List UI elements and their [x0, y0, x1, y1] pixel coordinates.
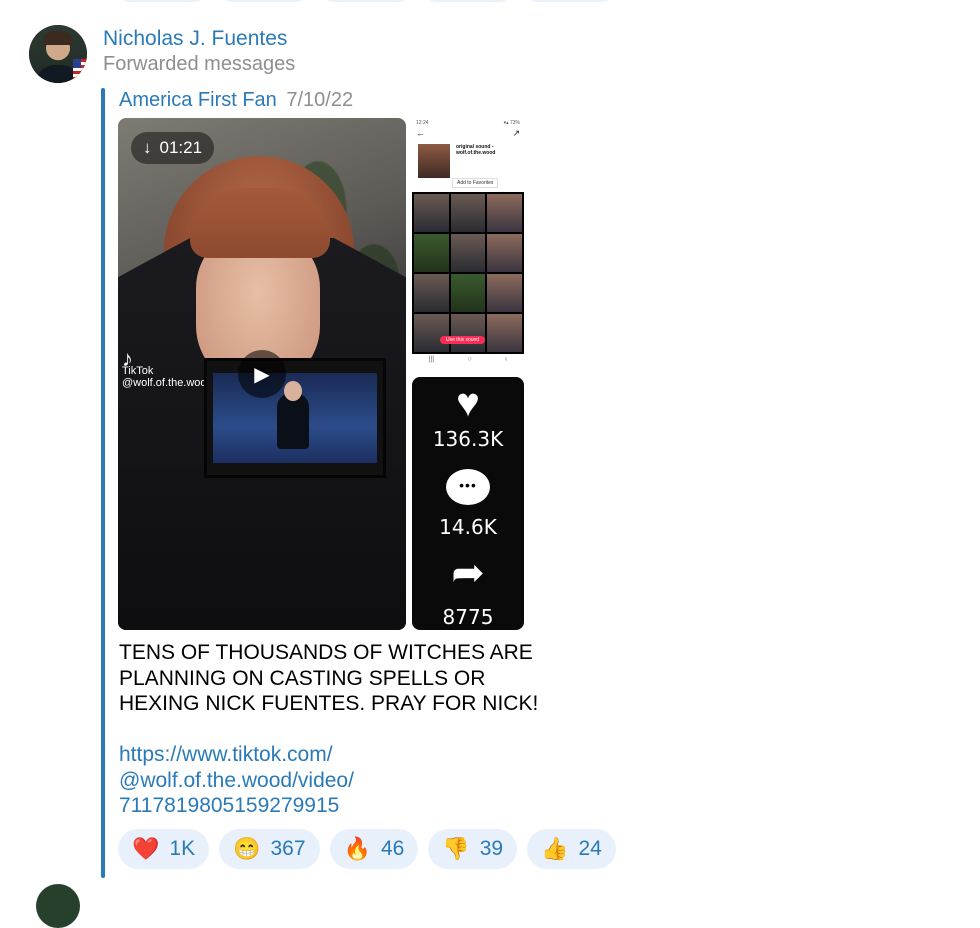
tiktok-sound-screenshot[interactable]: 12:24 ▾▴ 73% ← ↗ original sound - wolf.of.… — [412, 118, 524, 368]
reaction-chip[interactable] — [118, 0, 206, 2]
sender-name[interactable]: Nicholas J. Fuentes — [103, 27, 287, 51]
video-duration-badge[interactable]: ↓ 01:21 — [131, 132, 215, 164]
heart-icon: ♥ — [456, 381, 480, 425]
original-date: 7/10/22 — [286, 89, 354, 111]
forward-quote-bar — [101, 88, 105, 878]
use-sound-label: Use this sound — [440, 336, 486, 344]
reaction-chip[interactable] — [424, 0, 512, 2]
flag-icon — [73, 59, 87, 81]
tiktok-watermark: ♪ TikTok @wolf.of.the.wood — [122, 346, 213, 390]
thumbs-up-icon: 👍 — [541, 836, 569, 861]
reaction-heart[interactable]: ❤️ 1K — [118, 829, 210, 869]
previous-reactions-row — [118, 0, 614, 2]
reaction-fire[interactable]: 🔥 46 — [329, 829, 419, 869]
reaction-count: 39 — [479, 837, 504, 860]
play-icon[interactable]: ▶ — [238, 350, 286, 398]
sound-author: wolf.of.the.wood — [456, 150, 496, 156]
tiktok-link[interactable]: https://www.tiktok.com/ @wolf.of.the.woo… — [119, 742, 354, 819]
reaction-grin[interactable]: 😁 367 — [219, 829, 320, 869]
forwarded-label: Forwarded messages — [103, 53, 296, 75]
share-icon: ↗ — [512, 128, 520, 138]
reaction-chip[interactable] — [220, 0, 308, 2]
watermark-handle: @wolf.of.the.wood — [122, 377, 213, 389]
back-arrow-icon: ← — [416, 128, 425, 138]
arrow-down-icon: ↓ — [143, 138, 152, 157]
reaction-thumbs-up[interactable]: 👍 24 — [527, 829, 616, 869]
grin-icon: 😁 — [233, 836, 261, 861]
fire-icon: 🔥 — [343, 836, 371, 861]
original-author[interactable]: America First Fan — [119, 89, 277, 111]
video-thumbnail[interactable]: ↓ 01:21 ♪ TikTok @wolf.of.the.wood ▶ — [118, 118, 406, 630]
share-arrow-icon: ➦ — [451, 551, 485, 595]
reaction-thumbs-down[interactable]: 👎 39 — [428, 829, 518, 869]
reaction-count: 46 — [380, 837, 405, 860]
likes-count: 136.3K — [432, 427, 504, 451]
reactions-row: ❤️ 1K 😁 367 🔥 46 👎 39 👍 24 — [118, 829, 616, 869]
reaction-count: 367 — [270, 837, 306, 860]
next-sender-avatar[interactable] — [36, 884, 80, 928]
comment-icon — [446, 469, 490, 505]
shares-count: 8775 — [442, 605, 494, 629]
sender-avatar[interactable] — [29, 25, 87, 83]
reaction-count: 1K — [169, 837, 196, 860]
comments-count: 14.6K — [439, 515, 497, 539]
heart-icon: ❤️ — [132, 836, 160, 861]
reaction-count: 24 — [578, 837, 602, 860]
watermark-brand: TikTok — [122, 365, 154, 377]
album-art — [418, 144, 450, 178]
tiktok-stats-screenshot[interactable]: ♥ 136.3K 14.6K ➦ 8775 — [412, 377, 524, 630]
video-grid — [412, 192, 524, 354]
reaction-chip[interactable] — [322, 0, 410, 2]
message-text: TENS OF THOUSANDS OF WITCHES ARE PLANNIN… — [119, 641, 539, 715]
inset-video-frame — [204, 358, 386, 478]
forward-header: America First Fan 7/10/22 — [119, 89, 353, 112]
tiktok-logo-icon: ♪ — [122, 346, 133, 371]
add-favorites: Add to Favorites — [452, 178, 499, 188]
thumbs-down-icon: 👎 — [442, 836, 470, 861]
reaction-chip[interactable] — [526, 0, 614, 2]
video-duration: 01:21 — [159, 138, 203, 157]
